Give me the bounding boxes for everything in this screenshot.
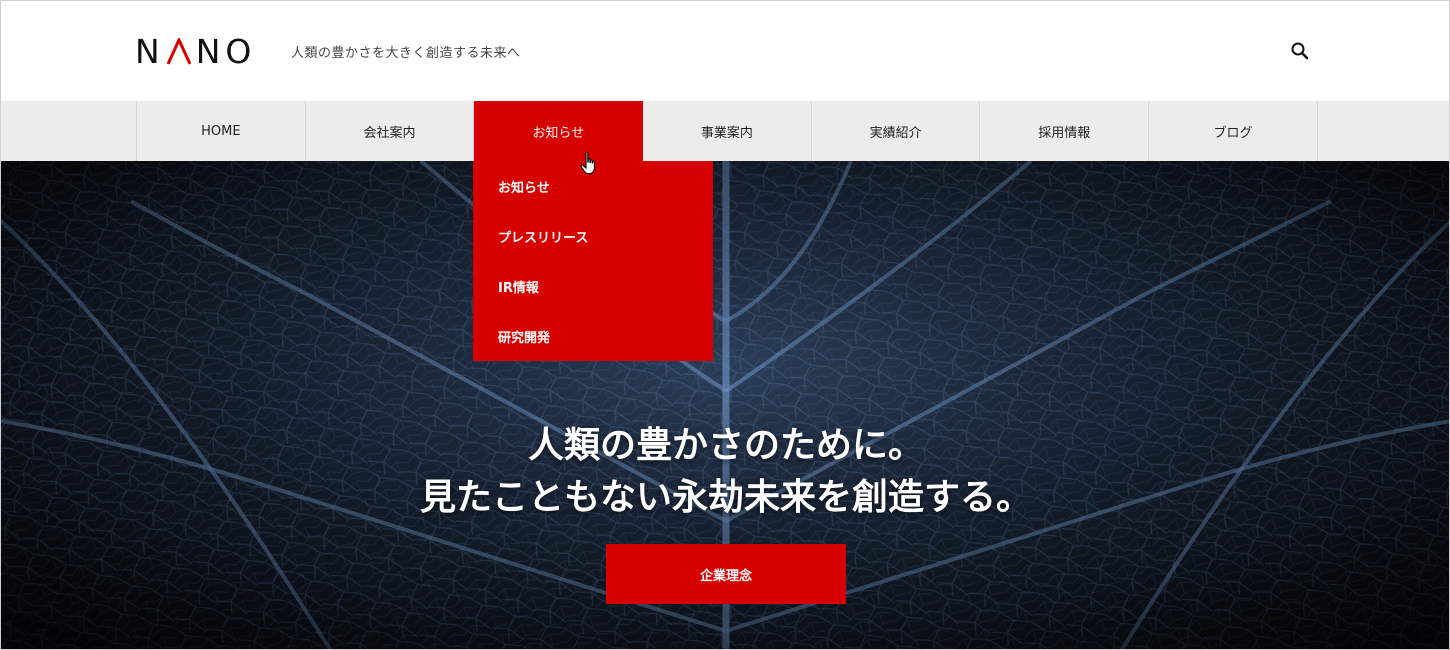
nav-item-works[interactable]: 実績紹介 <box>812 101 981 161</box>
nav-item-company[interactable]: 会社案内 <box>306 101 475 161</box>
nav-item-news[interactable]: お知らせ <box>474 101 644 161</box>
hero-headline-line1: 人類の豊かさのために。 <box>527 424 924 466</box>
global-nav: HOME 会社案内 お知らせ 事業案内 実績紹介 採用情報 ブログ <box>1 101 1449 161</box>
news-dropdown-menu: お知らせ プレスリリース IR情報 研究開発 <box>473 161 713 361</box>
page: N NO 人類の豊かさを大きく創造する未来へ HOME 会社案内 お知らせ 事業… <box>0 0 1450 650</box>
nav-item-business[interactable]: 事業案内 <box>643 101 812 161</box>
hero-headline: 人類の豊かさのために。 見たこともない永劫未来を創造する。 <box>1 419 1449 523</box>
logo-text: N <box>135 31 165 71</box>
logo-a-mark <box>166 37 191 65</box>
dropdown-item-research[interactable]: 研究開発 <box>473 311 713 361</box>
logo-text-rest: NO <box>195 31 257 71</box>
dropdown-item-ir[interactable]: IR情報 <box>473 261 713 311</box>
site-tagline: 人類の豊かさを大きく創造する未来へ <box>291 46 521 61</box>
nav-item-home[interactable]: HOME <box>137 101 306 161</box>
nav-item-recruit[interactable]: 採用情報 <box>980 101 1150 161</box>
site-header: N NO 人類の豊かさを大きく創造する未来へ <box>1 1 1449 101</box>
philosophy-button[interactable]: 企業理念 <box>606 544 846 604</box>
site-logo[interactable]: N NO <box>135 31 256 71</box>
hand-pointer-cursor-icon <box>580 151 600 181</box>
nav-list: HOME 会社案内 お知らせ 事業案内 実績紹介 採用情報 ブログ <box>136 101 1318 161</box>
hero-headline-line2: 見たこともない永劫未来を創造する。 <box>419 476 1032 518</box>
dropdown-item-press-release[interactable]: プレスリリース <box>473 211 713 261</box>
nav-item-blog[interactable]: ブログ <box>1149 101 1318 161</box>
hero-section: 人類の豊かさのために。 見たこともない永劫未来を創造する。 企業理念 <box>1 161 1449 649</box>
search-icon[interactable] <box>1290 41 1310 61</box>
